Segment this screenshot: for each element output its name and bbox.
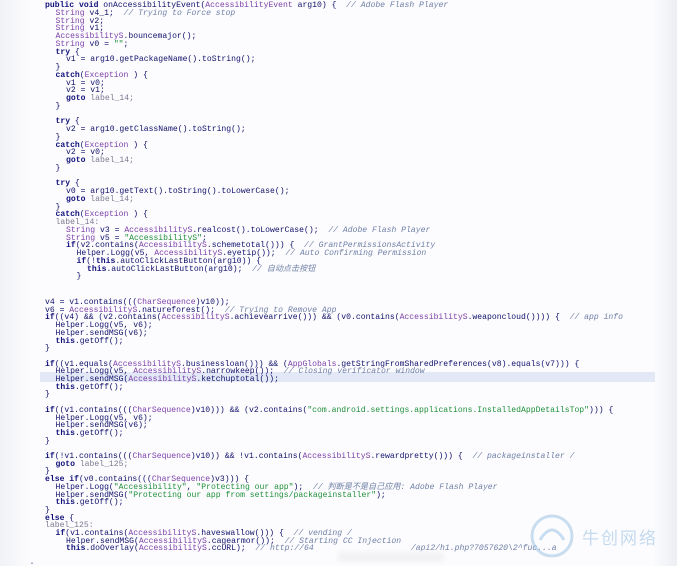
code-token: CharSequence — [132, 452, 191, 461]
code-token: .getOff(); — [74, 382, 124, 392]
code-line: this.getOff(); — [55, 336, 124, 346]
code-token: } — [45, 390, 50, 400]
code-line: } — [77, 273, 82, 281]
code-line: this.getOff(); — [56, 499, 124, 507]
code-token: AccessibilityS — [161, 313, 230, 323]
code-token: ; — [123, 39, 129, 49]
code-token: if — [45, 452, 55, 461]
code-token: label_14; — [85, 194, 135, 204]
code-token: v1 = arg10.getPackageName().toString(); — [66, 55, 256, 65]
code-token: if — [45, 405, 55, 415]
code-token: .achievearrive())) && (v0.contains( — [229, 313, 400, 323]
code-token: AccessibilityS — [128, 375, 197, 384]
code-token: // app info — [569, 313, 624, 323]
code-editor[interactable]: public void onAccessibilityEvent(Accessi… — [0, 0, 677, 566]
code-token: if — [76, 256, 87, 266]
code-line: } — [45, 436, 50, 446]
code-screenshot: public void onAccessibilityEvent(Accessi… — [0, 0, 677, 571]
code-token: // Adobe Flash Player — [328, 225, 431, 235]
code-token: // Trying to Force stop — [123, 8, 236, 18]
code-token: AccessibilityS — [399, 313, 468, 323]
code-token: } — [45, 344, 50, 354]
code-token: this — [55, 336, 75, 346]
code-token: .ccURL); — [206, 544, 256, 554]
code-token: // Adobe Flash Player — [346, 1, 449, 10]
code-token: goto — [55, 459, 75, 469]
code-token: goto — [66, 194, 86, 204]
code-token: goto — [66, 156, 86, 165]
code-token: } — [45, 436, 50, 446]
code-token: )v10))) && (v2.contains( — [190, 405, 308, 415]
code-token: label_14; — [85, 94, 135, 103]
bottom-glyph: ˇ — [30, 562, 34, 571]
code-line: goto label_14; — [66, 94, 135, 103]
code-line: this.autoClickLastButton(arg10); // 自动点击… — [87, 264, 316, 274]
code-token: .rewardpretty())) { — [370, 452, 473, 461]
code-token: .doOverlay( — [85, 544, 139, 554]
code-token: v0 = — [84, 39, 114, 49]
redacted-url-segment — [338, 552, 444, 562]
code-token: // http://64 — [255, 544, 314, 554]
code-token: .autoClickLastButton(arg10); — [106, 264, 253, 274]
watermark-text: 牛创网络 — [582, 529, 658, 549]
code-token: // 自动点击按钮 — [252, 264, 316, 274]
code-line: this.getOff(); — [55, 428, 124, 438]
code-token: "" — [113, 39, 124, 49]
code-token: label_14; — [85, 156, 135, 165]
code-line: goto label_14; — [66, 194, 135, 204]
code-line: } — [45, 391, 50, 399]
code-line: v2 = arg10.getClassName().toString(); — [66, 125, 246, 134]
code-token: this — [55, 498, 75, 508]
code-line: } — [55, 163, 61, 173]
code-line: goto label_14; — [66, 156, 135, 165]
code-token: "com.android.settings.applications.Insta… — [307, 405, 590, 415]
code-line: this.getOff(); — [55, 382, 124, 392]
code-token: )v10)) && !v1.contains( — [190, 452, 303, 461]
code-token: if — [66, 241, 76, 251]
code-line: goto label_125; — [55, 459, 129, 469]
code-token: .getOff(); — [74, 336, 124, 346]
code-token: if — [55, 529, 66, 538]
code-token: .weaponcloud()))) { — [467, 313, 570, 323]
code-token: this — [66, 544, 86, 554]
code-token: label_125; — [74, 459, 129, 469]
code-token: goto — [66, 94, 86, 103]
watermark: 牛创网络 — [470, 508, 675, 564]
code-token: if — [45, 313, 55, 323]
code-token: this — [55, 382, 75, 392]
code-token: .getOff(); — [74, 498, 124, 508]
code-token: ) { — [128, 70, 148, 80]
code-token: ))) { — [589, 405, 614, 415]
code-token: v2 = arg10.getClassName().toString(); — [66, 125, 246, 134]
code-token: AccessibilityS — [302, 452, 371, 461]
code-token: .ketchuptotal()); — [196, 375, 279, 384]
code-token: // packageinstaller / — [472, 452, 575, 461]
code-token: ) { — [128, 210, 148, 220]
code-token: // Auto Confirming Permission — [285, 249, 427, 258]
code-token: this — [87, 264, 107, 274]
code-token: .bouncemajor(); — [123, 32, 197, 41]
code-token: "Protecting our app from settings/packag… — [128, 490, 377, 500]
code-line: v1 = arg10.getPackageName().toString(); — [66, 56, 255, 64]
code-token: .realcost().toLowerCase(); — [192, 225, 329, 235]
code-token: } — [55, 101, 61, 111]
code-token: ); — [376, 490, 386, 500]
code-token: arg10) { — [292, 1, 347, 10]
code-token: // Closing verificator window — [283, 367, 425, 377]
code-token: } — [55, 163, 61, 173]
code-line: } — [45, 345, 50, 353]
code-line: } — [55, 101, 61, 111]
code-token: } — [76, 272, 82, 282]
code-token: AccessibilityS — [138, 544, 207, 554]
code-token: ) { — [128, 140, 148, 150]
code-token: .getOff(); — [74, 428, 124, 438]
code-token: if — [45, 359, 55, 369]
code-token: this — [55, 428, 75, 438]
